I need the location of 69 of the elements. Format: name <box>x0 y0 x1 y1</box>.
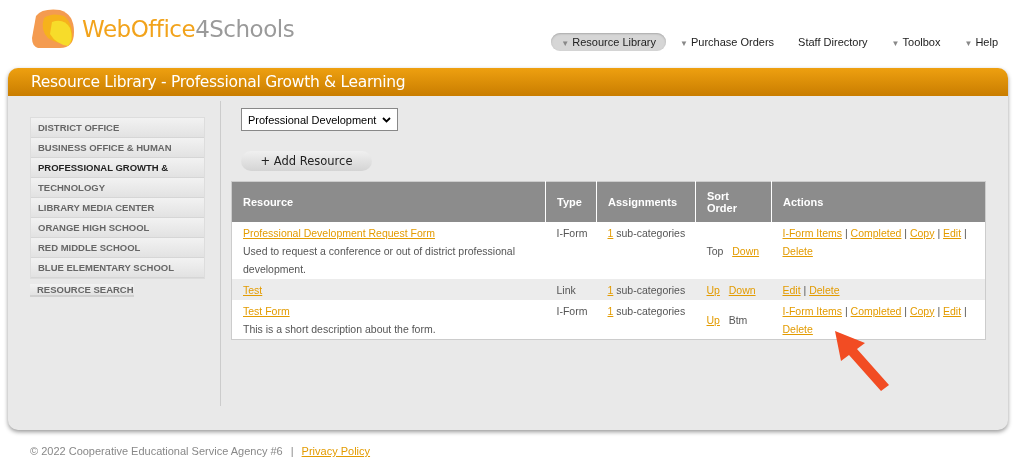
assignments-link[interactable]: 1 <box>607 304 614 317</box>
resource-link[interactable]: Test <box>243 283 263 296</box>
assignments-text: 1 sub-categories <box>607 225 687 241</box>
logo-text: WebOffice4Schools <box>82 16 295 42</box>
chevron-down-icon <box>382 116 392 123</box>
separator: | <box>290 445 294 457</box>
sidebar-item[interactable]: TECHNOLOGY <box>31 178 204 198</box>
separator: | <box>803 283 807 296</box>
column-header: Actions <box>771 181 986 222</box>
action-link[interactable]: Delete <box>782 322 813 335</box>
resource-description: This is a short description about the form. <box>243 322 436 335</box>
sidebar-item[interactable]: RED MIDDLE SCHOOL <box>31 238 204 258</box>
action-link[interactable]: Edit <box>943 226 962 239</box>
type-cell: Link <box>556 283 576 296</box>
page-title: Resource Library - Professional Growth & Learning <box>31 73 406 91</box>
resource-link[interactable]: Test Form <box>243 304 290 317</box>
logo-icon <box>30 8 76 50</box>
action-link[interactable]: Delete <box>782 244 813 257</box>
nav-item[interactable]: ▼ Help <box>954 33 1008 51</box>
sort-link[interactable]: Down <box>728 283 756 296</box>
action-link[interactable]: I-Form Items <box>782 304 842 317</box>
sort-link[interactable]: Down <box>732 244 760 257</box>
action-link[interactable]: I-Form Items <box>782 226 842 239</box>
action-link[interactable]: Edit <box>943 304 962 317</box>
resource-description: Used to request a conference or out of district professional development. <box>243 244 515 275</box>
assignments-link[interactable]: 1 <box>607 283 614 296</box>
column-header: Type <box>545 181 597 222</box>
separator: | <box>904 226 907 239</box>
privacy-policy-link[interactable]: Privacy Policy <box>301 445 371 457</box>
sidebar-item[interactable]: PROFESSIONAL GROWTH & <box>31 158 204 178</box>
nav-item[interactable]: ▼ Resource Library <box>551 33 667 51</box>
category-select[interactable]: Professional Development <box>241 108 399 131</box>
separator: | <box>844 226 848 239</box>
assignments-text: 1 sub-categories <box>607 303 687 319</box>
separator: | <box>904 304 907 317</box>
sidebar-item[interactable]: ORANGE HIGH SCHOOL <box>31 218 204 238</box>
column-header: Sort Order <box>695 181 772 222</box>
action-link[interactable]: Edit <box>782 283 801 296</box>
type-cell: I-Form <box>556 304 588 317</box>
assignments-link[interactable]: 1 <box>607 226 614 239</box>
action-link[interactable]: Completed <box>850 226 902 239</box>
action-link[interactable]: Copy <box>909 226 935 239</box>
resource-link[interactable]: Professional Development Request Form <box>243 226 435 239</box>
nav-item[interactable]: ▼ Toolbox <box>881 33 951 51</box>
assignments-text: 1 sub-categories <box>607 282 687 298</box>
column-header: Resource <box>231 181 546 222</box>
sidebar-item[interactable]: DISTRICT OFFICE <box>31 118 204 138</box>
separator: | <box>964 226 967 239</box>
nav-item[interactable]: Staff Directory <box>788 33 878 51</box>
add-resource-button[interactable]: + Add Resource <box>241 151 372 171</box>
separator: | <box>964 304 967 317</box>
sidebar-item[interactable]: LIBRARY MEDIA CENTER <box>31 198 204 218</box>
sidebar-item[interactable]: BUSINESS OFFICE & HUMAN <box>31 138 204 158</box>
action-link[interactable]: Delete <box>809 283 840 296</box>
copyright-text: © 2022 Cooperative Educational Service Agency #6 <box>30 445 283 457</box>
action-link[interactable]: Completed <box>850 304 902 317</box>
sort-text: Btm <box>728 313 748 326</box>
sidebar-item[interactable]: BLUE ELEMENTARY SCHOOL <box>31 258 204 278</box>
separator: | <box>937 304 941 317</box>
separator: | <box>844 304 848 317</box>
resource-search-link[interactable]: RESOURCE SEARCH <box>30 284 134 297</box>
separator: | <box>937 226 941 239</box>
sort-link[interactable]: Up <box>706 283 720 296</box>
sort-link[interactable]: Up <box>706 313 720 326</box>
type-cell: I-Form <box>556 226 588 239</box>
column-header: Assignments <box>596 181 696 222</box>
nav-item[interactable]: ▼ Purchase Orders <box>670 33 785 51</box>
action-link[interactable]: Copy <box>909 304 935 317</box>
sort-text: Top <box>706 244 724 257</box>
